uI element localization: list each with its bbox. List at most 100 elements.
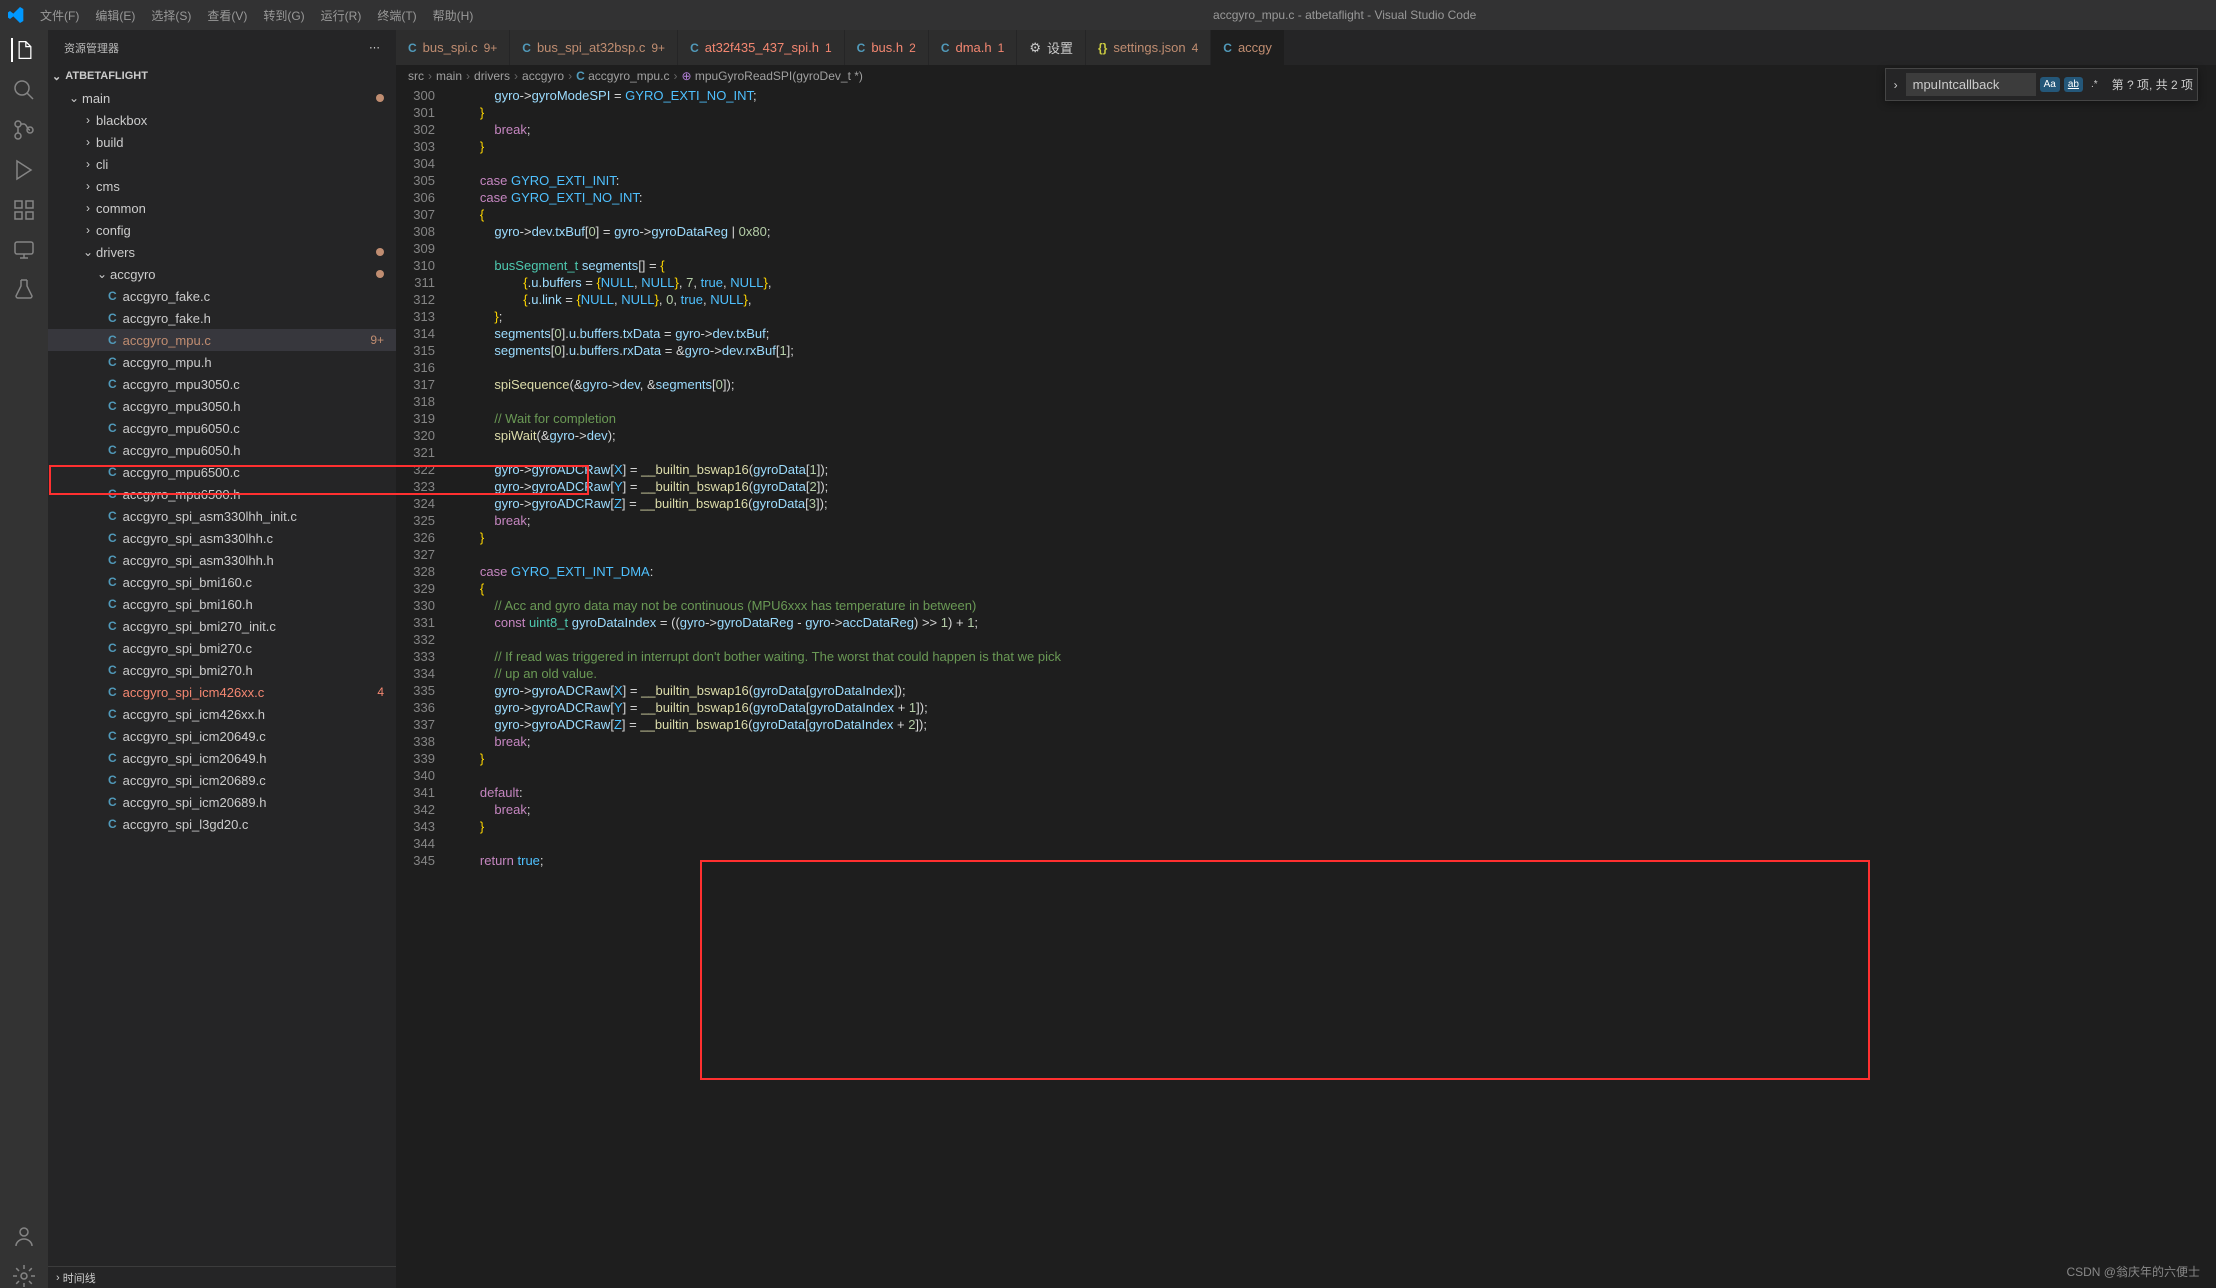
- menu-item[interactable]: 选择(S): [143, 3, 199, 28]
- tree-file[interactable]: Caccgyro_spi_asm330lhh_init.c: [48, 505, 396, 527]
- code-line[interactable]: gyro->gyroADCRaw[Z] = __builtin_bswap16(…: [451, 716, 2216, 733]
- code-line[interactable]: case GYRO_EXTI_NO_INT:: [451, 189, 2216, 206]
- code-line[interactable]: [451, 240, 2216, 257]
- tree-file[interactable]: Caccgyro_mpu6500.h: [48, 483, 396, 505]
- code-line[interactable]: {.u.link = {NULL, NULL}, 0, true, NULL},: [451, 291, 2216, 308]
- code-line[interactable]: // Wait for completion: [451, 410, 2216, 427]
- more-actions-icon[interactable]: ⋯: [369, 41, 380, 54]
- code-line[interactable]: gyro->dev.txBuf[0] = gyro->gyroDataReg |…: [451, 223, 2216, 240]
- tree-file[interactable]: Caccgyro_fake.c: [48, 285, 396, 307]
- code-line[interactable]: break;: [451, 801, 2216, 818]
- explorer-icon[interactable]: [11, 38, 35, 62]
- tree-file[interactable]: Caccgyro_mpu6050.h: [48, 439, 396, 461]
- tree-file[interactable]: Caccgyro_spi_icm20649.c: [48, 725, 396, 747]
- code-line[interactable]: const uint8_t gyroDataIndex = ((gyro->gy…: [451, 614, 2216, 631]
- tree-file[interactable]: Caccgyro_mpu.c9+: [48, 329, 396, 351]
- code-line[interactable]: }: [451, 529, 2216, 546]
- editor-tab[interactable]: {}settings.json4: [1086, 30, 1211, 65]
- breadcrumb-item[interactable]: src: [408, 69, 424, 83]
- tree-folder[interactable]: ›build: [48, 131, 396, 153]
- breadcrumb-item[interactable]: drivers: [474, 69, 510, 83]
- tree-folder[interactable]: ⌄main: [48, 87, 396, 109]
- tree-file[interactable]: Caccgyro_mpu.h: [48, 351, 396, 373]
- tree-file[interactable]: Caccgyro_mpu6500.c: [48, 461, 396, 483]
- code-line[interactable]: };: [451, 308, 2216, 325]
- project-header[interactable]: ⌄ ATBETAFLIGHT: [48, 65, 396, 87]
- settings-gear-icon[interactable]: [12, 1264, 36, 1288]
- tree-file[interactable]: Caccgyro_spi_bmi270.c: [48, 637, 396, 659]
- extensions-icon[interactable]: [12, 198, 36, 222]
- tree-file[interactable]: Caccgyro_spi_bmi160.h: [48, 593, 396, 615]
- code-line[interactable]: spiWait(&gyro->dev);: [451, 427, 2216, 444]
- tree-file[interactable]: Caccgyro_spi_asm330lhh.h: [48, 549, 396, 571]
- tree-file[interactable]: Caccgyro_mpu3050.c: [48, 373, 396, 395]
- menu-item[interactable]: 运行(R): [313, 3, 370, 28]
- code-line[interactable]: // Acc and gyro data may not be continuo…: [451, 597, 2216, 614]
- code-line[interactable]: break;: [451, 121, 2216, 138]
- tree-file[interactable]: Caccgyro_fake.h: [48, 307, 396, 329]
- code-line[interactable]: }: [451, 138, 2216, 155]
- run-debug-icon[interactable]: [12, 158, 36, 182]
- code-line[interactable]: }: [451, 104, 2216, 121]
- editor-tab[interactable]: Cbus_spi.c9+: [396, 30, 510, 65]
- menu-item[interactable]: 文件(F): [32, 3, 87, 28]
- menu-item[interactable]: 转到(G): [255, 3, 312, 28]
- tree-file[interactable]: Caccgyro_spi_l3gd20.c: [48, 813, 396, 835]
- menu-item[interactable]: 帮助(H): [425, 3, 482, 28]
- code-line[interactable]: // If read was triggered in interrupt do…: [451, 648, 2216, 665]
- code-line[interactable]: }: [451, 750, 2216, 767]
- tree-folder[interactable]: ›cms: [48, 175, 396, 197]
- code-line[interactable]: {: [451, 206, 2216, 223]
- code-line[interactable]: case GYRO_EXTI_INT_DMA:: [451, 563, 2216, 580]
- breadcrumb-item[interactable]: accgyro: [522, 69, 564, 83]
- code-line[interactable]: gyro->gyroADCRaw[Y] = __builtin_bswap16(…: [451, 478, 2216, 495]
- testing-icon[interactable]: [12, 278, 36, 302]
- code-line[interactable]: [451, 631, 2216, 648]
- code-line[interactable]: [451, 767, 2216, 784]
- code-line[interactable]: break;: [451, 512, 2216, 529]
- breadcrumb-item[interactable]: main: [436, 69, 462, 83]
- code-line[interactable]: gyro->gyroADCRaw[X] = __builtin_bswap16(…: [451, 461, 2216, 478]
- tree-file[interactable]: Caccgyro_spi_bmi270_init.c: [48, 615, 396, 637]
- code-line[interactable]: busSegment_t segments[] = {: [451, 257, 2216, 274]
- code-line[interactable]: {: [451, 580, 2216, 597]
- tree-file[interactable]: Caccgyro_spi_icm426xx.c4: [48, 681, 396, 703]
- code-line[interactable]: gyro->gyroADCRaw[Y] = __builtin_bswap16(…: [451, 699, 2216, 716]
- chevron-right-icon[interactable]: ›: [1890, 78, 1902, 92]
- tree-folder[interactable]: ›cli: [48, 153, 396, 175]
- find-widget[interactable]: › Aa ab .* 第 ? 项, 共 2 项: [1885, 68, 2198, 101]
- tree-file[interactable]: Caccgyro_mpu6050.c: [48, 417, 396, 439]
- match-word-toggle[interactable]: ab: [2064, 77, 2083, 92]
- menu-item[interactable]: 编辑(E): [87, 3, 143, 28]
- tree-folder[interactable]: ›common: [48, 197, 396, 219]
- code-editor[interactable]: 3003013023033043053063073083093103113123…: [396, 87, 2216, 1288]
- editor-tab[interactable]: Cbus_spi_at32bsp.c9+: [510, 30, 678, 65]
- menu-item[interactable]: 查看(V): [199, 3, 255, 28]
- tree-folder[interactable]: ›config: [48, 219, 396, 241]
- code-line[interactable]: segments[0].u.buffers.txData = gyro->dev…: [451, 325, 2216, 342]
- source-control-icon[interactable]: [12, 118, 36, 142]
- code-line[interactable]: case GYRO_EXTI_INIT:: [451, 172, 2216, 189]
- tree-file[interactable]: Caccgyro_spi_icm20649.h: [48, 747, 396, 769]
- code-line[interactable]: [451, 546, 2216, 563]
- code-content[interactable]: gyro->gyroModeSPI = GYRO_EXTI_NO_INT; } …: [451, 87, 2216, 1288]
- code-line[interactable]: [451, 444, 2216, 461]
- tree-file[interactable]: Caccgyro_mpu3050.h: [48, 395, 396, 417]
- remote-icon[interactable]: [12, 238, 36, 262]
- editor-tab[interactable]: Cat32f435_437_spi.h1: [678, 30, 845, 65]
- tree-folder[interactable]: ›blackbox: [48, 109, 396, 131]
- search-icon[interactable]: [12, 78, 36, 102]
- code-line[interactable]: segments[0].u.buffers.rxData = &gyro->de…: [451, 342, 2216, 359]
- editor-tab[interactable]: Cbus.h2: [845, 30, 929, 65]
- search-input[interactable]: [1906, 73, 2036, 96]
- code-line[interactable]: [451, 835, 2216, 852]
- tree-file[interactable]: Caccgyro_spi_asm330lhh.c: [48, 527, 396, 549]
- code-line[interactable]: [451, 155, 2216, 172]
- code-line[interactable]: [451, 393, 2216, 410]
- tree-file[interactable]: Caccgyro_spi_bmi270.h: [48, 659, 396, 681]
- timeline-section[interactable]: › 时间线: [48, 1266, 396, 1288]
- code-line[interactable]: return true;: [451, 852, 2216, 869]
- editor-tab[interactable]: Caccgy: [1211, 30, 1285, 65]
- editor-tab[interactable]: Cdma.h1: [929, 30, 1018, 65]
- code-line[interactable]: {.u.buffers = {NULL, NULL}, 7, true, NUL…: [451, 274, 2216, 291]
